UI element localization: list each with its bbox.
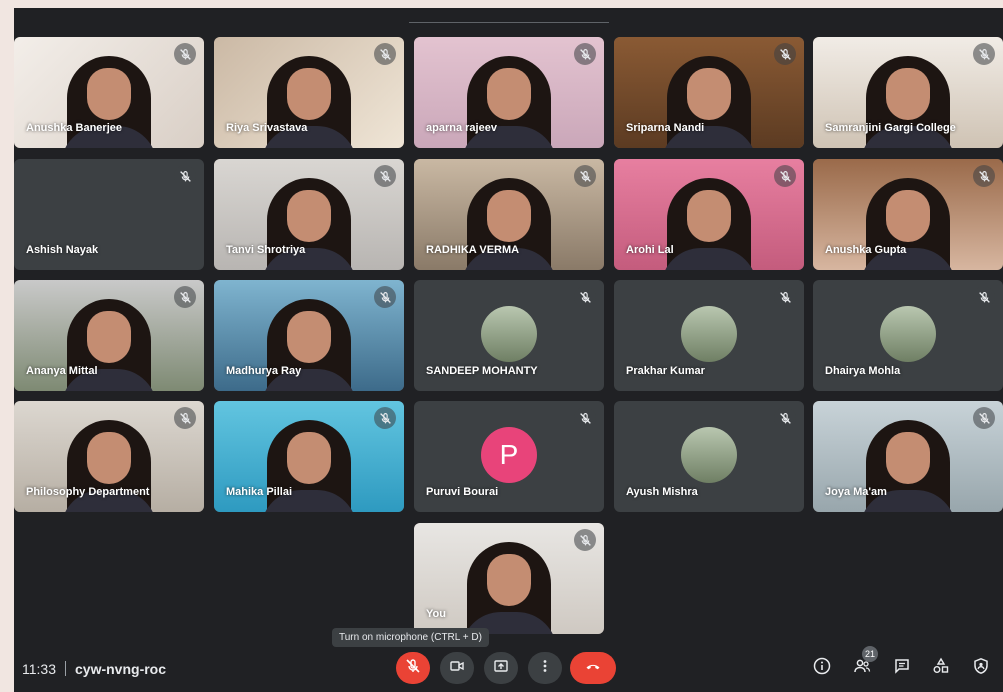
- call-end-icon: [585, 658, 601, 679]
- participant-tile[interactable]: Mahika Pillai: [214, 401, 404, 512]
- mic-off-icon: [973, 286, 995, 308]
- top-divider: [409, 22, 609, 23]
- profile-avatar: [681, 306, 737, 362]
- profile-avatar: [481, 306, 537, 362]
- participant-name: Madhurya Ray: [226, 365, 302, 377]
- participant-video-person: [661, 170, 757, 270]
- participant-name: Tanvi Shrotriya: [226, 244, 306, 256]
- participant-name: Prakhar Kumar: [626, 365, 705, 377]
- participant-tile[interactable]: Philosophy Department: [14, 401, 204, 512]
- participant-name: Anushka Gupta: [825, 244, 907, 256]
- participant-name: Mahika Pillai: [226, 486, 293, 498]
- participant-tile[interactable]: Samranjini Gargi College: [813, 37, 1003, 148]
- participant-tile[interactable]: aparna rajeev: [414, 37, 604, 148]
- mic-off-icon: [774, 407, 796, 429]
- participant-name: Philosophy Department: [26, 486, 150, 498]
- chat-button[interactable]: [890, 656, 914, 680]
- mic-off-icon: [174, 286, 196, 308]
- bottom-control-bar: 11:33 cyw-nvng-roc: [14, 644, 1003, 692]
- mic-off-icon: [174, 407, 196, 429]
- leave-call-button[interactable]: [570, 652, 616, 684]
- participant-tile[interactable]: Sriparna Nandi: [614, 37, 804, 148]
- participant-tile[interactable]: P Puruvi Bourai: [414, 401, 604, 512]
- participant-name: Riya Srivastava: [226, 122, 308, 134]
- chat-icon: [893, 657, 911, 680]
- present-screen-icon: [493, 658, 509, 679]
- participant-name: RADHIKA VERMA: [426, 244, 520, 256]
- participant-name: Arohi Lal: [626, 244, 674, 256]
- mic-off-icon: [374, 165, 396, 187]
- participant-name: Samranjini Gargi College: [825, 122, 956, 134]
- participant-tile[interactable]: Anushka Banerjee: [14, 37, 204, 148]
- activities-button[interactable]: [929, 656, 953, 680]
- participant-tile[interactable]: Arohi Lal: [614, 159, 804, 270]
- participant-tile[interactable]: SANDEEP MOHANTY: [414, 280, 604, 391]
- participant-tile[interactable]: Prakhar Kumar: [614, 280, 804, 391]
- participant-tile[interactable]: Dhairya Mohla: [813, 280, 1003, 391]
- mic-off-icon: [174, 43, 196, 65]
- profile-avatar: P: [481, 427, 537, 483]
- mic-off-icon: [405, 658, 421, 679]
- host-controls-icon: [972, 657, 990, 680]
- mic-off-icon: [574, 529, 596, 551]
- participant-name: Ayush Mishra: [626, 486, 698, 498]
- profile-avatar: [681, 427, 737, 483]
- participant-count-badge: 21: [862, 646, 878, 662]
- mic-off-icon: [973, 165, 995, 187]
- participant-name: You: [426, 608, 446, 620]
- meeting-details-button[interactable]: [810, 656, 834, 680]
- participant-name: SANDEEP MOHANTY: [426, 365, 538, 377]
- participant-tile[interactable]: Madhurya Ray: [214, 280, 404, 391]
- mic-off-icon: [374, 43, 396, 65]
- meet-window: Anushka Banerjee Riya Srivastava aparna ra…: [14, 8, 1003, 692]
- toggle-camera-button[interactable]: [440, 652, 474, 684]
- participant-video-person: [461, 534, 557, 634]
- participant-name: Ashish Nayak: [26, 244, 99, 256]
- info-icon: [813, 657, 831, 680]
- participant-name: Puruvi Bourai: [426, 486, 499, 498]
- videocam-icon: [449, 658, 465, 679]
- host-controls-button[interactable]: [969, 656, 993, 680]
- present-screen-button[interactable]: [484, 652, 518, 684]
- participant-name: Dhairya Mohla: [825, 365, 901, 377]
- mic-off-icon: [574, 165, 596, 187]
- toggle-mic-button[interactable]: [396, 652, 430, 684]
- participant-tile[interactable]: RADHIKA VERMA: [414, 159, 604, 270]
- meeting-code: cyw-nvng-roc: [75, 661, 167, 677]
- mic-off-icon: [774, 43, 796, 65]
- more-options-button[interactable]: [528, 652, 562, 684]
- mic-off-icon: [174, 165, 196, 187]
- participant-tile[interactable]: You: [414, 523, 604, 634]
- mic-off-icon: [374, 407, 396, 429]
- mic-off-icon: [973, 43, 995, 65]
- meeting-info: 11:33 cyw-nvng-roc: [22, 661, 166, 677]
- more-vert-icon: [537, 658, 553, 679]
- participant-name: Sriparna Nandi: [626, 122, 705, 134]
- activities-icon: [932, 657, 950, 680]
- participant-tile[interactable]: Ananya Mittal: [14, 280, 204, 391]
- participant-tile[interactable]: Riya Srivastava: [214, 37, 404, 148]
- participant-tile[interactable]: Joya Ma'am: [813, 401, 1003, 512]
- profile-avatar: [880, 306, 936, 362]
- divider: [65, 661, 66, 676]
- meeting-time: 11:33: [22, 661, 56, 677]
- participant-tile[interactable]: Ayush Mishra: [614, 401, 804, 512]
- mic-off-icon: [374, 286, 396, 308]
- mic-off-icon: [574, 43, 596, 65]
- participant-tile[interactable]: Tanvi Shrotriya: [214, 159, 404, 270]
- participant-tile[interactable]: Ashish Nayak: [14, 159, 204, 270]
- participant-name: Joya Ma'am: [825, 486, 887, 498]
- mic-off-icon: [774, 165, 796, 187]
- mic-off-icon: [574, 407, 596, 429]
- participant-tile[interactable]: Anushka Gupta: [813, 159, 1003, 270]
- mic-off-icon: [973, 407, 995, 429]
- participant-name: Ananya Mittal: [26, 365, 98, 377]
- participant-name: aparna rajeev: [426, 122, 497, 134]
- mic-off-icon: [574, 286, 596, 308]
- participant-name: Anushka Banerjee: [26, 122, 122, 134]
- mic-off-icon: [774, 286, 796, 308]
